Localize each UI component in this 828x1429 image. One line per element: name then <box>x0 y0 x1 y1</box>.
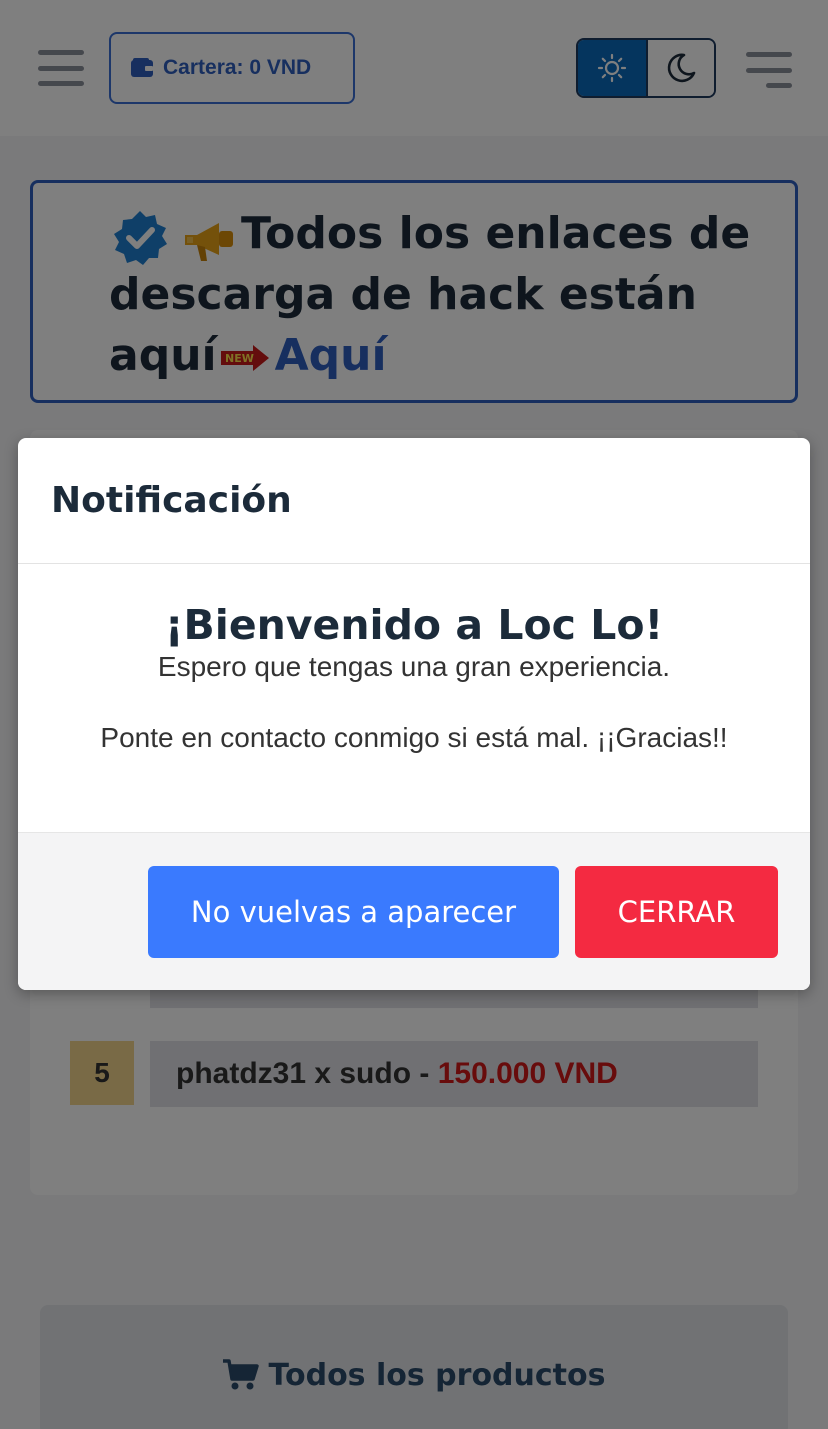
modal-header: Notificación <box>18 438 810 564</box>
contact-message: Ponte en contacto conmigo si está mal. ¡… <box>100 722 728 753</box>
dont-show-again-button[interactable]: No vuelvas a aparecer <box>148 866 559 958</box>
welcome-message: Espero que tengas una gran experiencia. <box>157 651 671 682</box>
welcome-heading: ¡Bienvenido a Loc Lo! <box>164 601 664 649</box>
modal-footer: No vuelvas a aparecer CERRAR <box>18 832 810 990</box>
close-button[interactable]: CERRAR <box>575 866 778 958</box>
modal-title: Notificación <box>51 480 292 521</box>
notification-modal: Notificación ¡Bienvenido a Loc Lo! Esper… <box>18 438 810 990</box>
modal-body: ¡Bienvenido a Loc Lo! Espero que tengas … <box>18 564 810 832</box>
